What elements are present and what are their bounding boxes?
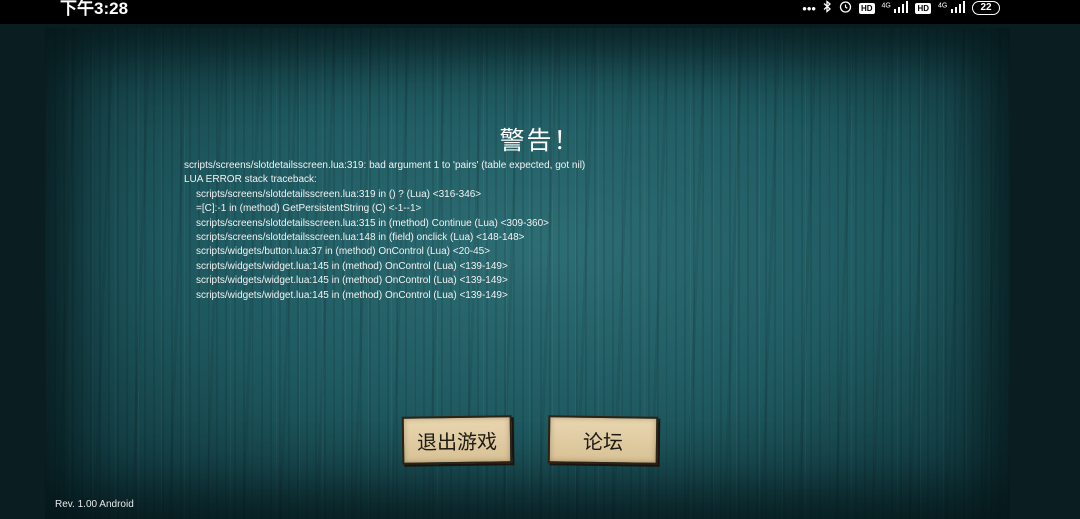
battery-icon: 22 xyxy=(972,1,1000,15)
status-time: 下午3:28 xyxy=(60,0,129,18)
network-type-label: 4G xyxy=(938,2,948,10)
traceback-line: scripts/screens/slotdetailsscreen.lua:31… xyxy=(196,188,482,200)
traceback-line: =[C]:-1 in (method) GetPersistentString … xyxy=(196,203,422,215)
traceback-line: scripts/widgets/widget.lua:145 in (metho… xyxy=(196,275,508,287)
traceback-line: scripts/screens/slotdetailsscreen.lua:14… xyxy=(196,232,525,244)
dialog-title: 警告！ xyxy=(499,126,581,155)
forum-button[interactable]: 论坛 xyxy=(547,415,659,465)
version-label: Rev. 1.00 Android xyxy=(55,499,134,510)
game-screen: 警告！ scripts/screens/slotdetailsscreen.lu… xyxy=(0,24,1080,519)
traceback-line: scripts/widgets/widget.lua:145 in (metho… xyxy=(196,289,508,301)
error-line: scripts/screens/slotdetailsscreen.lua:31… xyxy=(184,160,586,171)
4g-signal-icon: 4G xyxy=(938,0,965,16)
error-message: scripts/screens/slotdetailsscreen.lua:31… xyxy=(184,159,904,303)
network-type-label: 4G xyxy=(881,2,891,10)
alarm-icon xyxy=(839,0,852,16)
traceback-line: scripts/screens/slotdetailsscreen.lua:31… xyxy=(196,217,549,229)
error-line: LUA ERROR stack traceback: xyxy=(184,174,317,186)
status-icons: ••• HD 4G HD 4G 22 xyxy=(802,0,1000,16)
traceback-line: scripts/widgets/button.lua:37 in (method… xyxy=(196,246,491,258)
4g-signal-icon: 4G xyxy=(881,0,909,16)
hd-volte-icon: HD xyxy=(858,2,875,14)
more-dots-icon: ••• xyxy=(802,0,816,16)
hd-volte-icon: HD xyxy=(915,2,932,14)
bluetooth-icon xyxy=(823,0,832,16)
quit-game-button[interactable]: 退出游戏 xyxy=(401,415,513,465)
traceback-line: scripts/widgets/widget.lua:145 in (metho… xyxy=(196,260,508,272)
